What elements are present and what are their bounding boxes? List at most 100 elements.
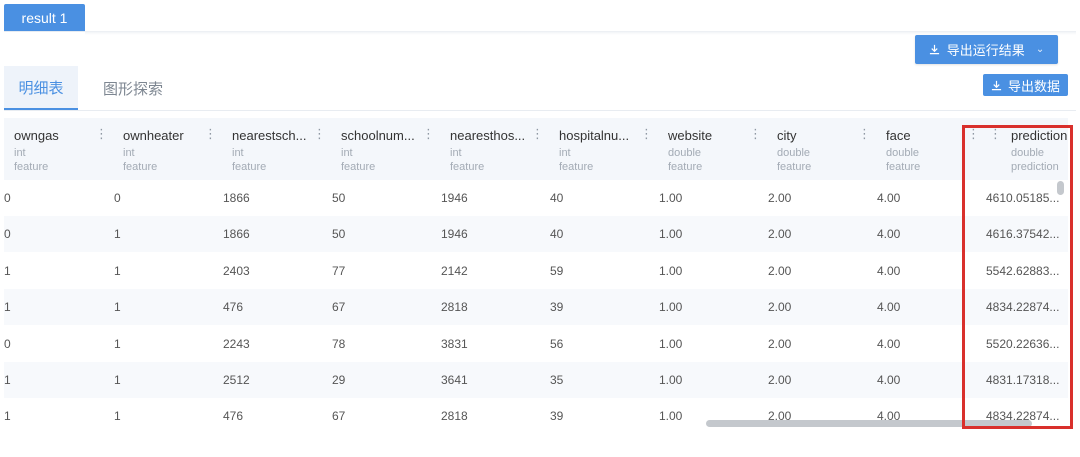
column-role: feature bbox=[450, 161, 485, 173]
vertical-scrollbar[interactable] bbox=[1057, 181, 1064, 195]
table-cell: 2243 bbox=[223, 336, 250, 351]
export-data-label: 导出数据 bbox=[1007, 78, 1060, 94]
column-header[interactable]: nearesthos... int feature ⋮ bbox=[440, 118, 549, 180]
column-header[interactable]: nearestsch... int feature ⋮ bbox=[222, 118, 331, 180]
table-cell: 1 bbox=[114, 227, 121, 242]
table-cell: 3641 bbox=[441, 373, 468, 387]
tab-detail-table[interactable]: 明细表 bbox=[4, 66, 78, 110]
download-icon bbox=[929, 44, 939, 55]
result-tab[interactable]: result 1 bbox=[4, 4, 85, 31]
column-role: feature bbox=[14, 161, 49, 173]
table-cell: 67 bbox=[332, 300, 346, 315]
export-run-results-label: 导出运行结果 bbox=[946, 43, 1025, 58]
column-role: feature bbox=[886, 161, 921, 173]
table-cell: 1.00 bbox=[659, 336, 683, 351]
table-row[interactable]: 1 1 2512 29 3641 35 1.00 2.00 4.00 4831.17318... bbox=[4, 362, 1068, 398]
column-role: feature bbox=[232, 161, 267, 173]
column-header[interactable]: hospitalnu... int feature ⋮ bbox=[549, 118, 658, 180]
column-type: int bbox=[123, 147, 135, 159]
table-cell: 1946 bbox=[441, 191, 468, 205]
column-name: website bbox=[668, 128, 713, 143]
column-menu-icon[interactable]: ⋮ bbox=[967, 127, 980, 140]
table-cell: 476 bbox=[223, 409, 244, 424]
table-cell: 1 bbox=[114, 409, 121, 424]
column-header[interactable]: ownheater int feature ⋮ bbox=[113, 118, 222, 180]
column-role: feature bbox=[668, 161, 703, 173]
table-cell: 2512 bbox=[223, 373, 250, 387]
table-cell: 2.00 bbox=[768, 227, 792, 242]
table-row[interactable]: 1 1 476 67 2818 39 1.00 2.00 4.00 4834.22874... bbox=[4, 289, 1068, 326]
table-cell: 1.00 bbox=[659, 373, 683, 387]
column-header[interactable]: city double feature ⋮ bbox=[767, 118, 876, 180]
table-cell: 476 bbox=[223, 300, 244, 315]
table-cell: 1 bbox=[4, 409, 11, 424]
column-menu-icon[interactable]: ⋮ bbox=[531, 127, 544, 140]
table-cell: 40 bbox=[550, 227, 564, 242]
table-cell: 50 bbox=[332, 191, 346, 205]
table-cell: 4.00 bbox=[877, 191, 901, 205]
column-header[interactable]: schoolnum... int feature ⋮ bbox=[331, 118, 440, 180]
table-cell: 4.00 bbox=[877, 227, 901, 242]
table-cell: 67 bbox=[332, 409, 346, 424]
chevron-down-icon: ⌄ bbox=[1035, 44, 1045, 55]
tab-graph-explore[interactable]: 图形探索 bbox=[96, 66, 170, 110]
column-header[interactable]: owngas int feature ⋮ bbox=[4, 118, 113, 180]
table-cell: 1 bbox=[4, 263, 11, 278]
table-cell: 50 bbox=[332, 227, 346, 242]
table-row[interactable]: 1 1 2403 77 2142 59 1.00 2.00 4.00 5542.62883... bbox=[4, 253, 1068, 289]
table-row[interactable]: 0 1 2243 78 3831 56 1.00 2.00 4.00 5520.22636... bbox=[4, 326, 1068, 362]
column-role: feature bbox=[559, 161, 594, 173]
export-data-button[interactable]: 导出数据 bbox=[983, 74, 1068, 96]
table-cell: 0 bbox=[114, 191, 121, 205]
column-role: feature bbox=[777, 161, 812, 173]
horizontal-scrollbar[interactable] bbox=[706, 420, 1032, 427]
table-cell: 1.00 bbox=[659, 191, 683, 205]
table-cell: 0 bbox=[4, 227, 11, 242]
column-name: nearestsch... bbox=[232, 128, 307, 143]
table-cell: 2403 bbox=[223, 263, 250, 278]
column-header[interactable]: ⋮predictiondoubleprediction⋮ bbox=[985, 118, 1068, 180]
column-type: double bbox=[777, 147, 811, 159]
table-cell: 1 bbox=[114, 263, 121, 278]
column-name: ownheater bbox=[123, 128, 184, 143]
column-header[interactable]: face double feature ⋮ bbox=[876, 118, 985, 180]
column-menu-icon[interactable]: ⋮ bbox=[640, 127, 653, 140]
table-row[interactable]: 0 1 1866 50 1946 40 1.00 2.00 4.00 4616.37542... bbox=[4, 216, 1068, 253]
column-menu-icon[interactable]: ⋮ bbox=[95, 127, 108, 140]
column-menu-icon[interactable]: ⋮ bbox=[858, 127, 871, 140]
table-row[interactable]: 0 0 1866 50 1946 40 1.00 2.00 4.00 4610.05185... bbox=[4, 180, 1068, 216]
column-menu-icon[interactable]: ⋮ bbox=[204, 127, 217, 140]
column-header[interactable]: website double feature ⋮ bbox=[658, 118, 767, 180]
table-cell: 77 bbox=[332, 263, 346, 278]
table-header: owngas int feature ⋮ ownheater int feature ⋮ nea… bbox=[4, 118, 1068, 180]
column-type: int bbox=[450, 147, 462, 159]
export-run-results-button[interactable]: 导出运行结果 ⌄ bbox=[915, 35, 1058, 64]
column-name: face bbox=[886, 128, 911, 143]
table-cell: 4.00 bbox=[877, 373, 901, 387]
data-table: owngas int feature ⋮ ownheater int feature ⋮ nea… bbox=[4, 118, 1068, 432]
column-menu-icon[interactable]: ⋮ bbox=[313, 127, 326, 140]
table-cell: 2.00 bbox=[768, 263, 792, 278]
table-cell: 2.00 bbox=[768, 336, 792, 351]
column-menu-icon[interactable]: ⋮ bbox=[422, 127, 435, 140]
table-cell: 39 bbox=[550, 300, 564, 315]
table-cell: 1.00 bbox=[659, 300, 683, 315]
table-cell: 1 bbox=[4, 373, 11, 387]
table-cell: 0 bbox=[4, 191, 11, 205]
table-cell: 1866 bbox=[223, 227, 250, 242]
table-cell: 1 bbox=[114, 336, 121, 351]
column-name: nearesthos... bbox=[450, 128, 526, 143]
column-menu-icon[interactable]: ⋮ bbox=[989, 127, 1002, 140]
column-type: double bbox=[1011, 147, 1045, 159]
table-cell: 59 bbox=[550, 263, 564, 278]
table-cell: 4831.17318... bbox=[986, 373, 1060, 387]
table-cell: 2.00 bbox=[768, 191, 792, 205]
table-cell: 1 bbox=[114, 300, 121, 315]
column-name: hospitalnu... bbox=[559, 128, 630, 143]
table-cell: 2818 bbox=[441, 300, 468, 315]
table-cell: 29 bbox=[332, 373, 346, 387]
view-tabs: 明细表 图形探索 bbox=[4, 66, 170, 110]
column-type: int bbox=[14, 147, 26, 159]
column-menu-icon[interactable]: ⋮ bbox=[749, 127, 762, 140]
table-cell: 4.00 bbox=[877, 263, 901, 278]
